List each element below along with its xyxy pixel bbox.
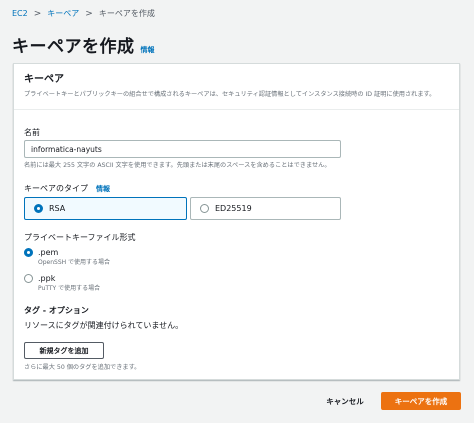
name-input[interactable] (24, 140, 341, 158)
name-hint: 名前には最大 255 文字の ASCII 文字を使用できます。先頭または末尾のス… (24, 162, 331, 169)
radio-selected-icon[interactable] (24, 248, 33, 257)
radio-unselected-icon[interactable] (24, 274, 33, 283)
key-type-ed25519-label: ED25519 (215, 204, 252, 213)
key-type-label: キーペアのタイプ (24, 184, 88, 193)
key-pair-panel: キーペア プライベートキーとパブリックキーの組合せで構成されるキーペアは、セキュ… (13, 63, 460, 380)
chevron-right-icon: > (85, 9, 93, 19)
key-type-ed25519-tile[interactable]: ED25519 (190, 197, 341, 220)
breadcrumb-ec2-link[interactable]: EC2 (12, 8, 28, 20)
cancel-button[interactable]: キャンセル (314, 392, 376, 410)
pem-label: .pem (38, 248, 59, 257)
tags-hint: さらに最大 50 個のタグを追加できます。 (24, 364, 141, 371)
page-info-link[interactable]: 情報 (141, 45, 155, 55)
key-type-rsa-tile[interactable]: RSA (24, 197, 187, 220)
key-type-label-row: キーペアのタイプ 情報 (24, 183, 110, 194)
chevron-right-icon: > (33, 9, 42, 19)
page-title: キーペアを作成 (12, 37, 135, 57)
add-tag-button[interactable]: 新規タグを追加 (24, 342, 104, 359)
breadcrumb-key-pairs-link[interactable]: キーペア (47, 8, 79, 20)
radio-unselected-icon[interactable] (200, 204, 209, 213)
name-label: 名前 (24, 128, 40, 137)
panel-header: キーペア プライベートキーとパブリックキーの組合せで構成されるキーペアは、セキュ… (14, 64, 459, 110)
panel-title: キーペア (24, 74, 64, 85)
page-header: キーペアを作成 情報 (12, 32, 155, 57)
create-key-pair-button[interactable]: キーペアを作成 (381, 392, 461, 410)
breadcrumb-current: キーペアを作成 (98, 9, 155, 18)
file-format-pem-option[interactable]: .pem OpenSSH で使用する場合 (24, 247, 110, 267)
file-format-ppk-option[interactable]: .ppk PuTTY で使用する場合 (24, 273, 100, 293)
key-type-rsa-label: RSA (49, 204, 66, 213)
key-type-info-link[interactable]: 情報 (96, 184, 110, 194)
panel-description: プライベートキーとパブリックキーの組合せで構成されるキーペアは、セキュリティ認証… (24, 91, 436, 98)
ppk-description: PuTTY で使用する場合 (38, 285, 101, 292)
ppk-label: .ppk (38, 274, 56, 283)
breadcrumb: EC2 > キーペア > キーペアを作成 (12, 8, 155, 20)
pem-description: OpenSSH で使用する場合 (38, 259, 111, 266)
tags-label: タグ - オプション (24, 306, 89, 315)
radio-selected-icon[interactable] (34, 204, 43, 213)
file-format-label: プライベートキーファイル形式 (24, 233, 136, 242)
tags-empty-text: リソースにタグが関連付けられていません。 (24, 321, 184, 330)
